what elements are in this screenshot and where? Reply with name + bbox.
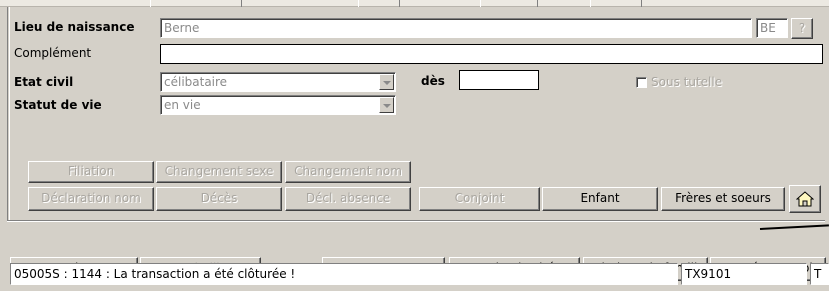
home-button[interactable] — [789, 185, 821, 213]
etat-civil-dropdown-button[interactable] — [379, 74, 394, 90]
statut-vie-select[interactable]: en vie — [160, 95, 396, 115]
etat-civil-select[interactable]: célibataire — [160, 72, 396, 92]
changement-nom-button[interactable]: Changement nom — [285, 161, 411, 183]
etat-civil-label: Etat civil — [14, 75, 74, 89]
sous-tutelle-label: Sous tutelle — [651, 75, 723, 89]
decl-absence-button[interactable]: Décl. absence — [285, 187, 411, 211]
transaction-code: TX9101 — [681, 263, 807, 285]
statut-vie-label: Statut de vie — [14, 98, 102, 112]
filiation-button[interactable]: Filiation — [28, 161, 154, 183]
top-tab-strip — [0, 0, 829, 7]
des-date-field[interactable] — [459, 70, 539, 90]
deces-button[interactable]: Décès — [156, 187, 282, 211]
status-message: 05005S : 1144 : La transaction a été clô… — [10, 263, 678, 285]
complement-field[interactable] — [160, 44, 823, 64]
lieu-naissance-field[interactable]: Berne — [160, 18, 752, 38]
tab-stub — [358, 0, 400, 7]
sous-tutelle-checkbox[interactable] — [636, 77, 647, 88]
des-label: dès — [421, 74, 445, 88]
changement-sexe-button[interactable]: Changement sexe — [156, 161, 282, 183]
tab-stub — [590, 0, 642, 7]
statut-vie-dropdown-button[interactable] — [379, 97, 394, 113]
statut-vie-value: en vie — [164, 98, 201, 112]
connector-line — [759, 224, 829, 230]
chevron-down-icon — [383, 104, 391, 108]
help-button[interactable]: ? — [791, 18, 813, 39]
status-extra: T — [810, 263, 829, 285]
complement-label: Complément — [14, 46, 92, 60]
chevron-down-icon — [383, 81, 391, 85]
freres-soeurs-button[interactable]: Frères et soeurs — [661, 187, 785, 211]
conjoint-button[interactable]: Conjoint — [419, 187, 540, 211]
tab-stub — [480, 0, 538, 7]
canton-field[interactable]: BE — [756, 18, 788, 38]
lieu-naissance-label: Lieu de naissance — [14, 20, 135, 34]
etat-civil-value: célibataire — [164, 75, 228, 89]
declaration-nom-button[interactable]: Déclaration nom — [28, 187, 154, 211]
tab-stub — [150, 0, 242, 7]
panel-bottom-edge — [7, 219, 825, 221]
enfant-button[interactable]: Enfant — [542, 187, 658, 211]
panel-left-edge — [7, 7, 9, 222]
home-icon — [796, 191, 814, 207]
